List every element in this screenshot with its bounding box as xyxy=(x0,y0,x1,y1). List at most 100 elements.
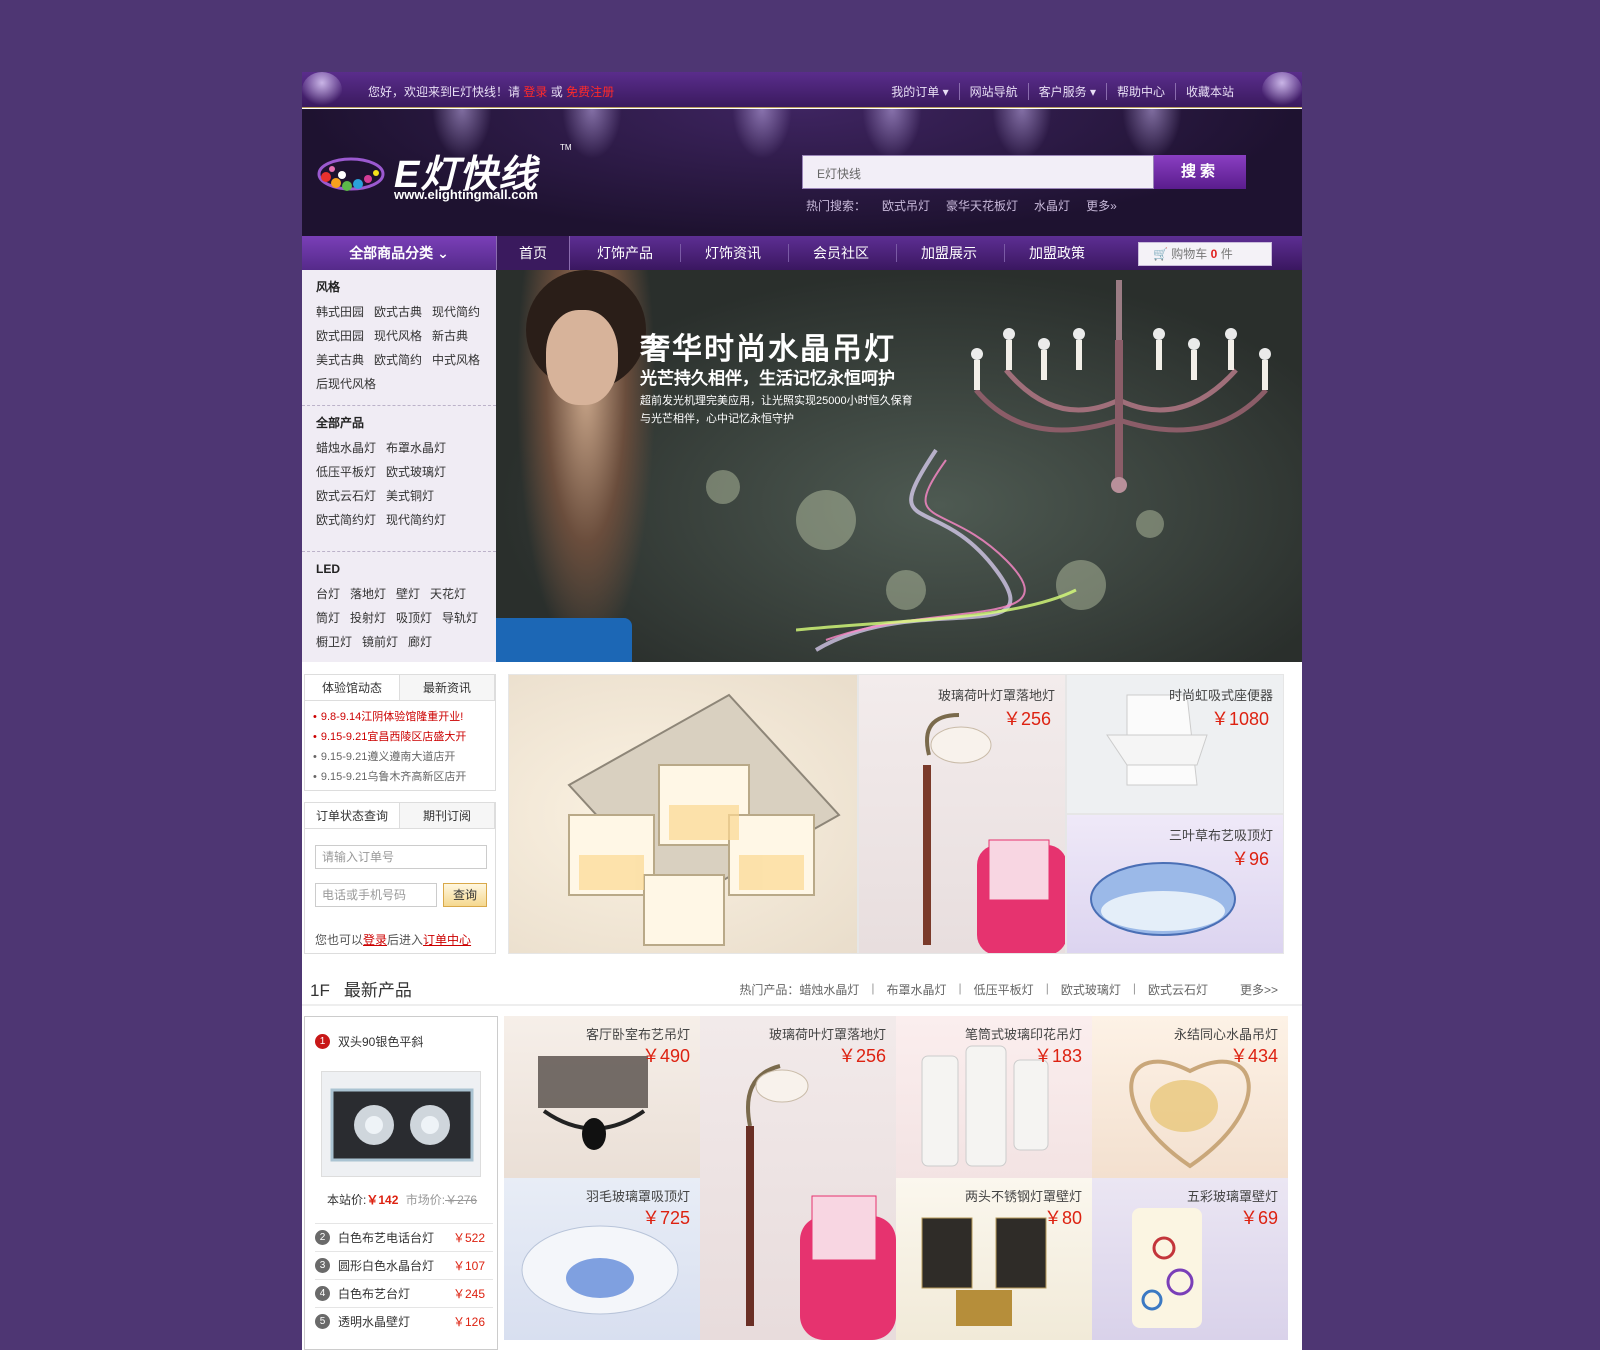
all-categories-button[interactable]: 全部商品分类 ⌄ xyxy=(302,236,496,270)
site-nav-link[interactable]: 网站导航 xyxy=(958,83,1028,100)
category-link[interactable]: 韩式田园 xyxy=(316,305,364,319)
login-link[interactable]: 登录 xyxy=(523,85,547,99)
promo-name: 三叶草布艺吸顶灯 xyxy=(1168,828,1273,843)
promo-ceiling-lamp[interactable] xyxy=(508,674,858,954)
logo-icon[interactable] xyxy=(316,151,386,197)
category-link[interactable]: 中式风格 xyxy=(432,353,480,367)
rank-first-price: 本站价:￥142 市场价:￥276 xyxy=(327,1191,477,1208)
product-tile[interactable]: 五彩玻璃罩壁灯 ￥69 xyxy=(1092,1178,1288,1340)
category-link[interactable]: 欧式简约灯 xyxy=(316,513,376,527)
nav-item-home[interactable]: 首页 xyxy=(496,236,570,270)
category-link[interactable]: 橱卫灯 xyxy=(316,635,352,649)
category-sidebar: 风格 韩式田园 欧式古典 现代简约 欧式田园 现代风格 新古典 美式古典 欧式简约 中式风格… xyxy=(302,270,496,662)
market-price: ￥276 xyxy=(445,1193,478,1207)
nav-item-community[interactable]: 会员社区 xyxy=(788,236,894,270)
category-link[interactable]: 欧式古典 xyxy=(374,305,422,319)
category-link[interactable]: 投射灯 xyxy=(350,611,386,625)
floor-more-link[interactable]: 更多>> xyxy=(1220,981,1290,998)
category-link[interactable]: 壁灯 xyxy=(396,587,420,601)
phone-input[interactable]: 电话或手机号码 xyxy=(315,883,437,907)
category-link[interactable]: 台灯 xyxy=(316,587,340,601)
category-link[interactable]: 现代简约 xyxy=(432,305,480,319)
news-item[interactable]: 9.15-9.21遵义遵南大道店开 xyxy=(305,747,495,767)
news-item[interactable]: 9.8-9.14江阴体验馆隆重开业! xyxy=(305,707,495,727)
product-tile[interactable]: 玻璃荷叶灯罩落地灯 ￥256 xyxy=(700,1016,896,1340)
hero-banner[interactable]: 奢华时尚水晶吊灯 光芒持久相伴，生活记忆永恒呵护 超前发光机理完美应用，让光照实… xyxy=(496,270,1302,662)
floor-title: 1F 最新产品 xyxy=(310,976,412,1001)
order-center-link[interactable]: 订单中心 xyxy=(423,933,471,947)
category-link[interactable]: 欧式玻璃灯 xyxy=(386,465,446,479)
hot-product-link[interactable]: 布罩水晶灯 xyxy=(875,981,959,998)
rank-item[interactable]: 2 白色布艺电话台灯 ￥522 xyxy=(315,1223,493,1251)
hint-text: 您也可以 xyxy=(315,933,364,947)
query-button[interactable]: 查询 xyxy=(443,883,487,907)
news-item[interactable]: 9.15-9.21宜昌西陵区店盛大开 xyxy=(305,727,495,747)
product-tile[interactable]: 永结同心水晶吊灯 ￥434 xyxy=(1092,1016,1288,1178)
hot-more-link[interactable]: 更多» xyxy=(1086,197,1117,214)
product-tile[interactable]: 笔筒式玻璃印花吊灯 ￥183 xyxy=(896,1016,1092,1178)
search-input[interactable]: E灯快线 xyxy=(802,155,1154,189)
category-link[interactable]: 天花灯 xyxy=(430,587,466,601)
promo-toilet[interactable]: 时尚虹吸式座便器 ￥1080 xyxy=(1066,674,1284,814)
hot-product-link[interactable]: 低压平板灯 xyxy=(962,981,1046,998)
hot-term-link[interactable]: 欧式吊灯 xyxy=(882,197,930,214)
tab-showroom-news[interactable]: 体验馆动态 xyxy=(305,675,400,700)
rank-item[interactable]: 3 圆形白色水晶台灯 ￥107 xyxy=(315,1251,493,1279)
category-link[interactable]: 美式古典 xyxy=(316,353,364,367)
nav-item-products[interactable]: 灯饰产品 xyxy=(572,236,678,270)
category-link[interactable]: 新古典 xyxy=(432,329,468,343)
hot-search: 热门搜索： 欧式吊灯 豪华天花板灯 水晶灯 更多» xyxy=(806,197,1117,214)
product-tile[interactable]: 客厅卧室布艺吊灯 ￥490 xyxy=(504,1016,700,1178)
rank-first-image[interactable] xyxy=(321,1071,481,1177)
hint-login-link[interactable]: 登录 xyxy=(363,933,387,947)
category-link[interactable]: 现代风格 xyxy=(374,329,422,343)
category-link[interactable]: 后现代风格 xyxy=(316,377,376,391)
help-center-link[interactable]: 帮助中心 xyxy=(1105,83,1175,100)
tab-order-status[interactable]: 订单状态查询 xyxy=(305,803,400,828)
nav-item-franchise-policy[interactable]: 加盟政策 xyxy=(1004,236,1110,270)
category-link[interactable]: 欧式田园 xyxy=(316,329,364,343)
logo-trademark: TM xyxy=(560,143,572,152)
tab-subscribe[interactable]: 期刊订阅 xyxy=(400,803,495,828)
cart-button[interactable]: 🛒 购物车 0 件 xyxy=(1138,242,1272,266)
product-tile[interactable]: 两头不锈钢灯罩壁灯 ￥80 xyxy=(896,1178,1092,1340)
category-link[interactable]: 镜前灯 xyxy=(362,635,398,649)
customer-service-link[interactable]: 客户服务 ▾ xyxy=(1027,83,1106,100)
search-button[interactable]: 搜索 xyxy=(1154,155,1246,189)
order-number-input[interactable]: 请输入订单号 xyxy=(315,845,487,869)
category-link[interactable]: 布罩水晶灯 xyxy=(386,441,446,455)
nav-item-news[interactable]: 灯饰资讯 xyxy=(680,236,786,270)
my-orders-link[interactable]: 我的订单 ▾ xyxy=(881,83,958,100)
tab-latest-news[interactable]: 最新资讯 xyxy=(400,675,495,700)
category-title: 风格 xyxy=(316,280,341,294)
category-link[interactable]: 蜡烛水晶灯 xyxy=(316,441,376,455)
rank-first-title[interactable]: 1 双头90银色平斜 xyxy=(315,1033,423,1050)
rank-item[interactable]: 5 透明水晶壁灯 ￥126 xyxy=(315,1307,493,1335)
category-link[interactable]: 导轨灯 xyxy=(442,611,478,625)
category-link[interactable]: 落地灯 xyxy=(350,587,386,601)
product-tile[interactable]: 羽毛玻璃罩吸顶灯 ￥725 xyxy=(504,1178,700,1340)
hot-product-link[interactable]: 蜡烛水晶灯 xyxy=(799,981,871,998)
hot-product-link[interactable]: 欧式云石灯 xyxy=(1136,981,1220,998)
rank-item-name: 圆形白色水晶台灯 xyxy=(338,1259,435,1273)
rank-item[interactable]: 4 白色布艺台灯 ￥245 xyxy=(315,1279,493,1307)
category-link[interactable]: 筒灯 xyxy=(316,611,340,625)
category-link[interactable]: 低压平板灯 xyxy=(316,465,376,479)
category-link[interactable]: 吸顶灯 xyxy=(396,611,432,625)
category-link[interactable]: 廊灯 xyxy=(408,635,432,649)
register-link[interactable]: 免费注册 xyxy=(566,85,614,99)
hot-product-link[interactable]: 欧式玻璃灯 xyxy=(1049,981,1133,998)
promo-ceiling-light[interactable]: 三叶草布艺吸顶灯 ￥96 xyxy=(1066,814,1284,954)
category-link[interactable]: 欧式云石灯 xyxy=(316,489,376,503)
header: E灯快线 TM www.elightingmall.com E灯快线 搜索 热门… xyxy=(302,109,1302,236)
bookmark-link[interactable]: 收藏本站 xyxy=(1174,83,1244,100)
promo-floor-lamp[interactable]: 玻璃荷叶灯罩落地灯 ￥256 xyxy=(858,674,1066,954)
news-item[interactable]: 9.15-9.21乌鲁木齐高新区店开 xyxy=(305,767,495,787)
hot-term-link[interactable]: 水晶灯 xyxy=(1034,197,1070,214)
category-link[interactable]: 美式铜灯 xyxy=(386,489,434,503)
category-link[interactable]: 欧式简约 xyxy=(374,353,422,367)
news-list: 9.8-9.14江阴体验馆隆重开业! 9.15-9.21宜昌西陵区店盛大开 9.… xyxy=(305,701,495,787)
nav-item-franchise-show[interactable]: 加盟展示 xyxy=(896,236,1002,270)
hot-term-link[interactable]: 豪华天花板灯 xyxy=(946,197,1018,214)
category-link[interactable]: 现代简约灯 xyxy=(386,513,446,527)
